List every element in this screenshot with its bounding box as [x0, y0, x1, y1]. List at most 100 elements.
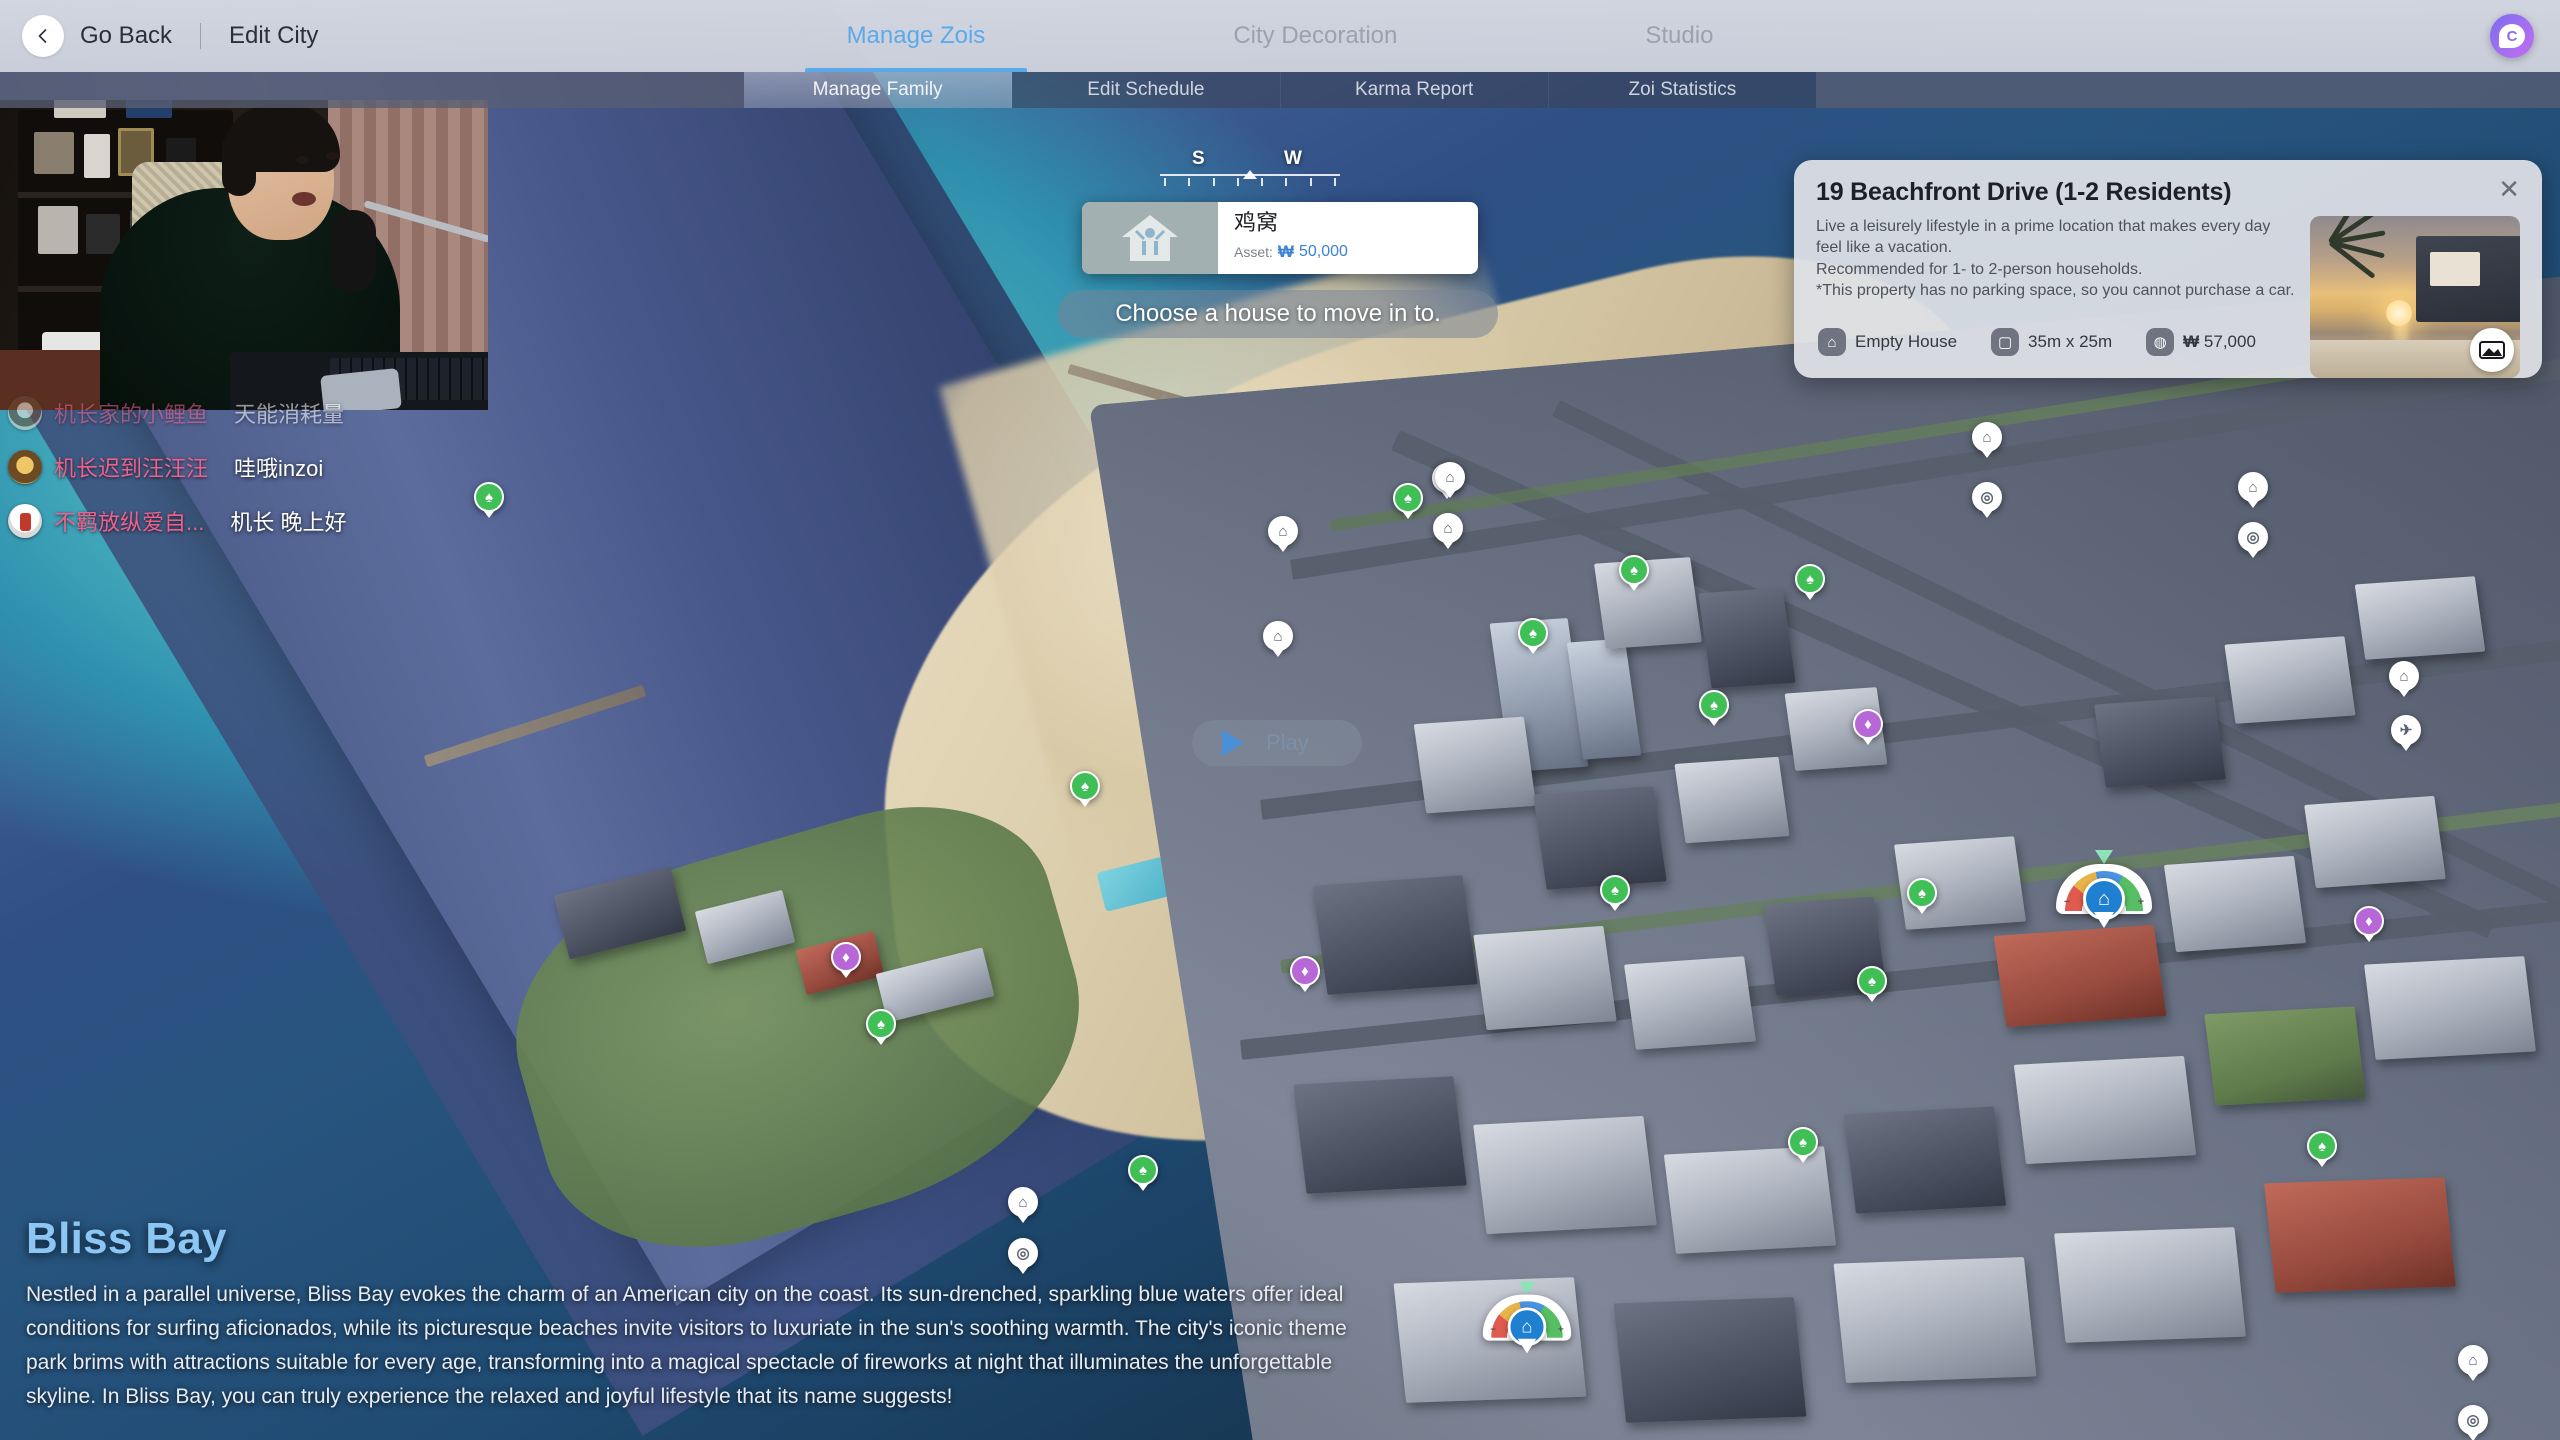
pin-glyph-icon: ♠ [1611, 881, 1619, 899]
pin-bubble: ♦ [831, 942, 861, 972]
photo-expand-icon[interactable] [2470, 328, 2514, 372]
pin-glyph-icon: ◎ [2466, 1411, 2480, 1429]
map-pin-white[interactable]: ⌂ [1263, 621, 1293, 651]
building [2354, 576, 2486, 660]
map-pin-green[interactable]: ♠ [1128, 1155, 1158, 1185]
map-pin-green[interactable]: ♠ [1070, 771, 1100, 801]
pin-bubble: ⌂ [1435, 462, 1465, 492]
map-pin-white[interactable]: ◎ [2238, 522, 2268, 552]
pin-glyph-icon: ♠ [1806, 570, 1814, 588]
pin-bubble: ♠ [1518, 618, 1548, 648]
map-pin-green[interactable]: ♠ [1393, 483, 1423, 513]
map-pin-white[interactable]: ◎ [2458, 1405, 2488, 1435]
webcam-person-eye [296, 156, 309, 164]
live-chat-overlay: 机长家的小鲤鱼 天能消耗量 机长迟到汪汪汪 哇哦inzoi 不羁放纵爱自... 机长 晚上… [8, 396, 568, 558]
stat-value: Empty House [1855, 332, 1958, 351]
map-pin-white[interactable]: ⌂ [1268, 516, 1298, 546]
sub-tab-karma-report[interactable]: Karma Report [1280, 72, 1549, 108]
close-icon[interactable]: ✕ [2498, 176, 2520, 202]
play-button[interactable]: Play [1192, 720, 1362, 766]
map-pin-purple[interactable]: ♦ [1290, 956, 1320, 986]
chat-avatar [8, 504, 42, 538]
map-pin-white[interactable]: ⌂ [1433, 513, 1463, 543]
compass-label-w: W [1284, 148, 1302, 169]
beach-house [2416, 236, 2520, 322]
sub-tab-zoi-statistics[interactable]: Zoi Statistics [1548, 72, 1816, 108]
pin-bubble: ⌂ [1972, 422, 2002, 452]
pin-bubble: ♦ [1290, 956, 1320, 986]
pin-bubble: ⌂ [1268, 516, 1298, 546]
compass-labels: S W [1160, 148, 1340, 170]
map-pin-white[interactable]: ⌂ [1008, 1187, 1038, 1217]
building [1613, 1297, 1807, 1423]
pin-glyph-icon: ⌂ [2399, 667, 2409, 685]
chat-text: 天能消耗量 [234, 402, 345, 427]
pin-bubble: ⌂ [1433, 513, 1463, 543]
pin-bubble: ♠ [1600, 875, 1630, 905]
city-description-block: Bliss Bay Nestled in a parallel universe… [26, 1214, 1386, 1414]
pin-glyph-icon: ♦ [842, 948, 850, 966]
map-pin-white[interactable]: ✈ [2391, 715, 2421, 745]
map-pin-purple[interactable]: ♦ [831, 942, 861, 972]
sub-tab-edit-schedule[interactable]: Edit Schedule [1012, 72, 1281, 108]
family-card[interactable]: 鸡窝 Asset: ₩ 50,000 [1082, 202, 1478, 274]
price-currency-symbol: ₩ [2183, 332, 2200, 351]
pin-glyph-icon: ♠ [877, 1015, 885, 1033]
map-pin-white[interactable]: ⌂ [2458, 1345, 2488, 1375]
map-pin-green[interactable]: ♠ [1600, 875, 1630, 905]
map-pin-green[interactable]: ♠ [2307, 1131, 2337, 1161]
map-pin-green[interactable]: ♠ [866, 1009, 896, 1039]
map-pin-green[interactable]: ♠ [1795, 564, 1825, 594]
pin-glyph-icon: ♠ [1710, 696, 1718, 714]
main-tab-city-decoration[interactable]: City Decoration [1191, 0, 1439, 72]
webcam-microphone [330, 210, 376, 292]
map-pin-purple[interactable]: ♦ [1853, 709, 1883, 739]
pin-bubble: ♠ [1070, 771, 1100, 801]
pin-bubble: ⌂ [2458, 1345, 2488, 1375]
sun [2385, 300, 2412, 327]
main-tab-studio[interactable]: Studio [1603, 0, 1755, 72]
map-pin-green[interactable]: ♠ [1619, 555, 1649, 585]
family-name: 鸡窝 [1234, 210, 1279, 235]
pin-glyph-icon: ♠ [1630, 561, 1638, 579]
property-description-line: Live a leisurely lifestyle in a prime lo… [1816, 218, 2271, 257]
sub-tab-manage-family[interactable]: Manage Family [744, 72, 1013, 108]
webcam-person-mouth [292, 192, 316, 206]
selected-house-marker-2[interactable]: − + ⌂ [1482, 1281, 1572, 1356]
stat-lot-size: ▢ 35m x 25m [1991, 328, 2112, 356]
pin-bubble: ♠ [866, 1009, 896, 1039]
pin-glyph-icon: ♦ [1864, 715, 1872, 733]
palm-tree [2310, 216, 2396, 298]
pin-glyph-icon: ⌂ [1273, 627, 1283, 645]
map-pin-green[interactable]: ♠ [1788, 1127, 1818, 1157]
building [2264, 1177, 2456, 1293]
map-pin-green[interactable]: ♠ [1857, 966, 1887, 996]
property-thumbnail[interactable] [2310, 216, 2520, 378]
currency-symbol-icon: ₩ [1277, 242, 1294, 262]
pin-glyph-icon: ♠ [1918, 884, 1926, 902]
pin-bubble: ♠ [1857, 966, 1887, 996]
selected-house-marker[interactable]: − + ⌂ [2056, 850, 2152, 930]
map-pin-white[interactable]: ⌂ [2389, 661, 2419, 691]
empty-house-icon: ⌂ [1818, 328, 1846, 356]
pin-glyph-icon: ⌂ [1018, 1193, 1028, 1211]
chat-text: 哇哦inzoi [234, 456, 324, 481]
family-info: 鸡窝 Asset: ₩ 50,000 [1218, 202, 1478, 274]
map-pin-green[interactable]: ♠ [1518, 618, 1548, 648]
map-pin-purple[interactable]: ♦ [2354, 906, 2384, 936]
main-tab-manage-zois[interactable]: Manage Zois [804, 0, 1028, 72]
map-pin-green[interactable]: ♠ [1699, 690, 1729, 720]
compass-label-s: S [1192, 148, 1205, 169]
stat-value: 35m x 25m [2028, 332, 2113, 351]
family-asset-row: Asset: ₩ 50,000 [1234, 242, 1478, 262]
map-pin-green[interactable]: ♠ [1907, 878, 1937, 908]
map-pin-white[interactable]: ⌂ [1435, 462, 1465, 492]
building [1473, 1115, 1657, 1235]
compass-ticks [1160, 178, 1340, 186]
price-value: 57,000 [2203, 332, 2256, 351]
map-pin-white[interactable]: ⌂ [1972, 422, 2002, 452]
profile-button[interactable]: C [2490, 14, 2534, 58]
map-pin-white[interactable]: ◎ [1972, 482, 2002, 512]
pin-glyph-icon: ♦ [1301, 962, 1309, 980]
map-pin-white[interactable]: ⌂ [2238, 472, 2268, 502]
